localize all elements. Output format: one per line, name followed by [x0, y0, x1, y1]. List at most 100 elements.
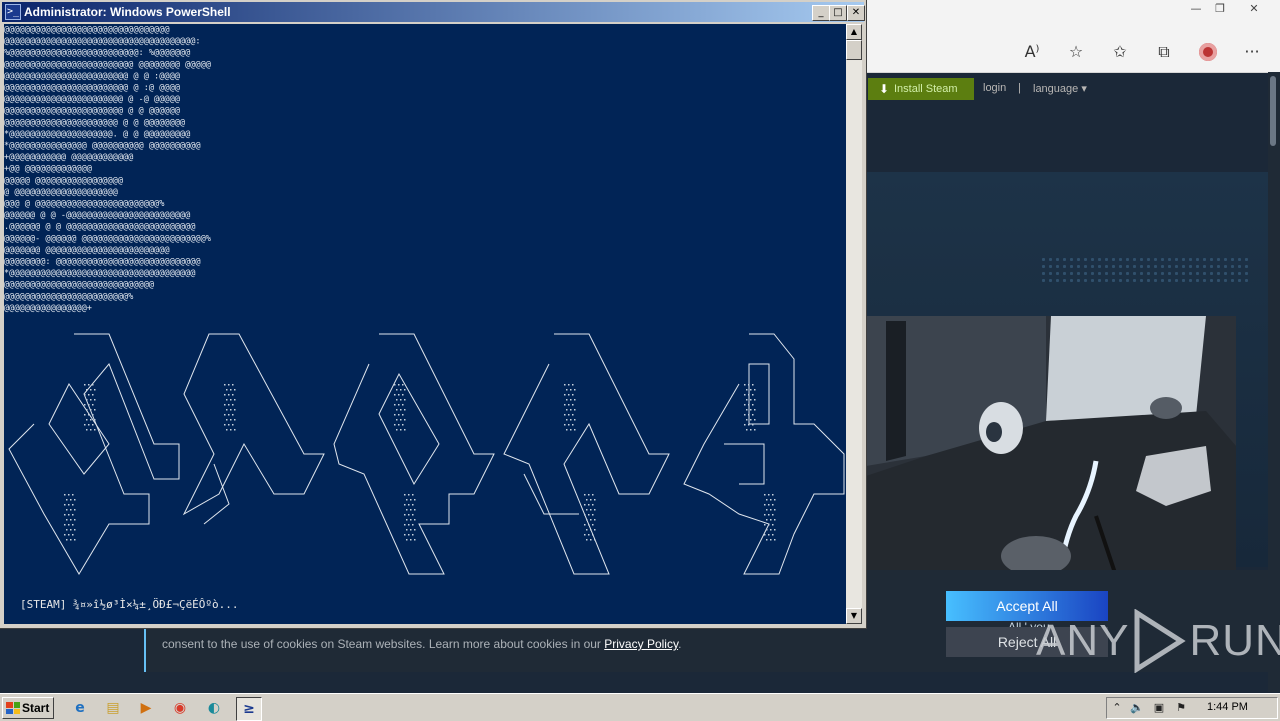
explorer-icon[interactable]: ▤	[101, 697, 125, 719]
ascii-dot	[88, 394, 90, 396]
scrollbar-thumb[interactable]	[1270, 76, 1276, 146]
powershell-titlebar[interactable]: >_ Administrator: Windows PowerShell _ □…	[2, 2, 865, 22]
ascii-dot	[66, 539, 68, 541]
ascii-dot	[412, 534, 414, 536]
ascii-dot	[412, 504, 414, 506]
ascii-dot	[404, 399, 406, 401]
ascii-dot	[400, 399, 402, 401]
window-title: Administrator: Windows PowerShell	[24, 5, 231, 19]
maximize-button[interactable]: □	[829, 5, 847, 21]
ascii-dot	[72, 504, 74, 506]
ascii-dot	[746, 429, 748, 431]
ascii-dot	[746, 399, 748, 401]
ascii-dot	[232, 424, 234, 426]
ascii-dot	[748, 404, 750, 406]
privacy-policy-link[interactable]: Privacy Policy	[604, 637, 678, 651]
ascii-art-line: @@@ @ @@@@@@@@@@@@@@@@@@@@@@@@%	[4, 199, 165, 209]
ascii-dot	[66, 509, 68, 511]
login-link[interactable]: login	[983, 82, 1006, 94]
console-scrollbar[interactable]: ▲ ▼	[846, 24, 862, 624]
scroll-down-arrow-icon[interactable]: ▼	[846, 608, 862, 624]
ascii-dot	[402, 404, 404, 406]
ascii-art-line: @@@@@@@@@@@@@@@@@@@@@@@@%	[4, 292, 134, 302]
more-icon[interactable]: ···	[1230, 38, 1274, 66]
ascii-dot	[572, 394, 574, 396]
action-center-flag-icon[interactable]: ⚑	[1173, 700, 1189, 716]
language-dropdown[interactable]: language ▾	[1033, 82, 1087, 95]
read-aloud-icon[interactable]: A⁾	[1010, 38, 1054, 66]
ascii-dot	[224, 424, 226, 426]
close-button[interactable]: ✕	[847, 5, 865, 21]
ascii-dot	[764, 524, 766, 526]
scroll-up-arrow-icon[interactable]: ▲	[846, 24, 862, 40]
ascii-dot	[766, 529, 768, 531]
ascii-art-line: @@@@@@@@@@@@@@@@@@@@@@@ @ -@ @@@@@	[4, 95, 180, 105]
collections-icon[interactable]: ⧉	[1142, 38, 1186, 66]
play-logo-icon	[1134, 609, 1187, 673]
add-favorite-icon[interactable]: ☆	[1054, 38, 1098, 66]
ascii-art-line: @@@@@@@@: @@@@@@@@@@@@@@@@@@@@@@@@@@@@	[4, 257, 201, 267]
powershell-icon[interactable]: ≥	[236, 697, 262, 721]
ascii-dot	[66, 499, 68, 501]
ascii-art-line: @@@@@@@@@@@@@@@@@@@@@@ @ @ @@@@@@@@	[4, 118, 185, 128]
ascii-dot	[744, 394, 746, 396]
ascii-art-line: +@@ @@@@@@@@@@@@@	[4, 164, 92, 174]
ascii-dot	[74, 529, 76, 531]
ascii-dot	[72, 534, 74, 536]
tray-chevron-icon[interactable]: ⌃	[1109, 700, 1125, 716]
profile-icon[interactable]	[1186, 38, 1230, 66]
ie-icon[interactable]: e	[68, 697, 92, 719]
ascii-dot	[574, 409, 576, 411]
ascii-dot	[774, 539, 776, 541]
ascii-art-line: @@@@@@@@@@@@@@@@@@@@@@@@ @ @ :@@@@	[4, 71, 180, 81]
ascii-dot	[68, 534, 70, 536]
ascii-dot	[224, 394, 226, 396]
browser-minimize-button[interactable]: —	[1184, 2, 1208, 16]
ascii-dot	[86, 409, 88, 411]
ascii-dot	[396, 399, 398, 401]
ascii-dot	[84, 404, 86, 406]
edge-icon[interactable]: ◐	[202, 697, 226, 719]
ascii-dot	[92, 404, 94, 406]
chrome-icon[interactable]: ◉	[168, 697, 192, 719]
ascii-dot	[90, 419, 92, 421]
start-button[interactable]: Start	[2, 697, 54, 719]
ascii-dot	[766, 519, 768, 521]
ascii-dot	[92, 394, 94, 396]
ascii-dot	[588, 494, 590, 496]
ascii-dot	[572, 384, 574, 386]
ascii-dot	[394, 414, 396, 416]
powershell-console[interactable]: @@@@@@@@@@@@@@@@@@@@@@@@@@@@@@@@ @@@@@@@…	[4, 24, 846, 624]
volume-icon[interactable]: 🔈	[1129, 700, 1145, 716]
ascii-dot	[74, 539, 76, 541]
ascii-dot	[750, 419, 752, 421]
ascii-dot	[566, 429, 568, 431]
browser-scrollbar[interactable]	[1268, 72, 1280, 692]
ascii-dot	[74, 519, 76, 521]
ascii-dot	[406, 539, 408, 541]
console-scroll-thumb[interactable]	[846, 40, 862, 60]
ascii-dot	[594, 519, 596, 521]
browser-close-button[interactable]: ✕	[1242, 2, 1266, 16]
ascii-dot	[590, 499, 592, 501]
ascii-dot	[750, 389, 752, 391]
media-player-icon[interactable]: ▶	[134, 697, 158, 719]
ascii-dot	[752, 384, 754, 386]
ascii-dot	[748, 424, 750, 426]
ascii-dot	[64, 494, 66, 496]
ascii-dot	[774, 519, 776, 521]
favorites-icon[interactable]: ✩	[1098, 38, 1142, 66]
browser-restore-button[interactable]: ❐	[1208, 2, 1232, 16]
ascii-dot	[228, 414, 230, 416]
ascii-dot	[396, 389, 398, 391]
ascii-dot	[574, 389, 576, 391]
ascii-dot	[402, 424, 404, 426]
clock[interactable]: 1:44 PM	[1207, 701, 1248, 713]
ascii-dot	[396, 429, 398, 431]
minimize-button[interactable]: _	[812, 5, 830, 21]
install-steam-button[interactable]: ⬇ Install Steam	[868, 78, 974, 100]
ascii-dot	[228, 404, 230, 406]
ascii-dot	[752, 404, 754, 406]
game-screenshot	[866, 316, 1236, 576]
network-icon[interactable]: ▣	[1151, 700, 1167, 716]
